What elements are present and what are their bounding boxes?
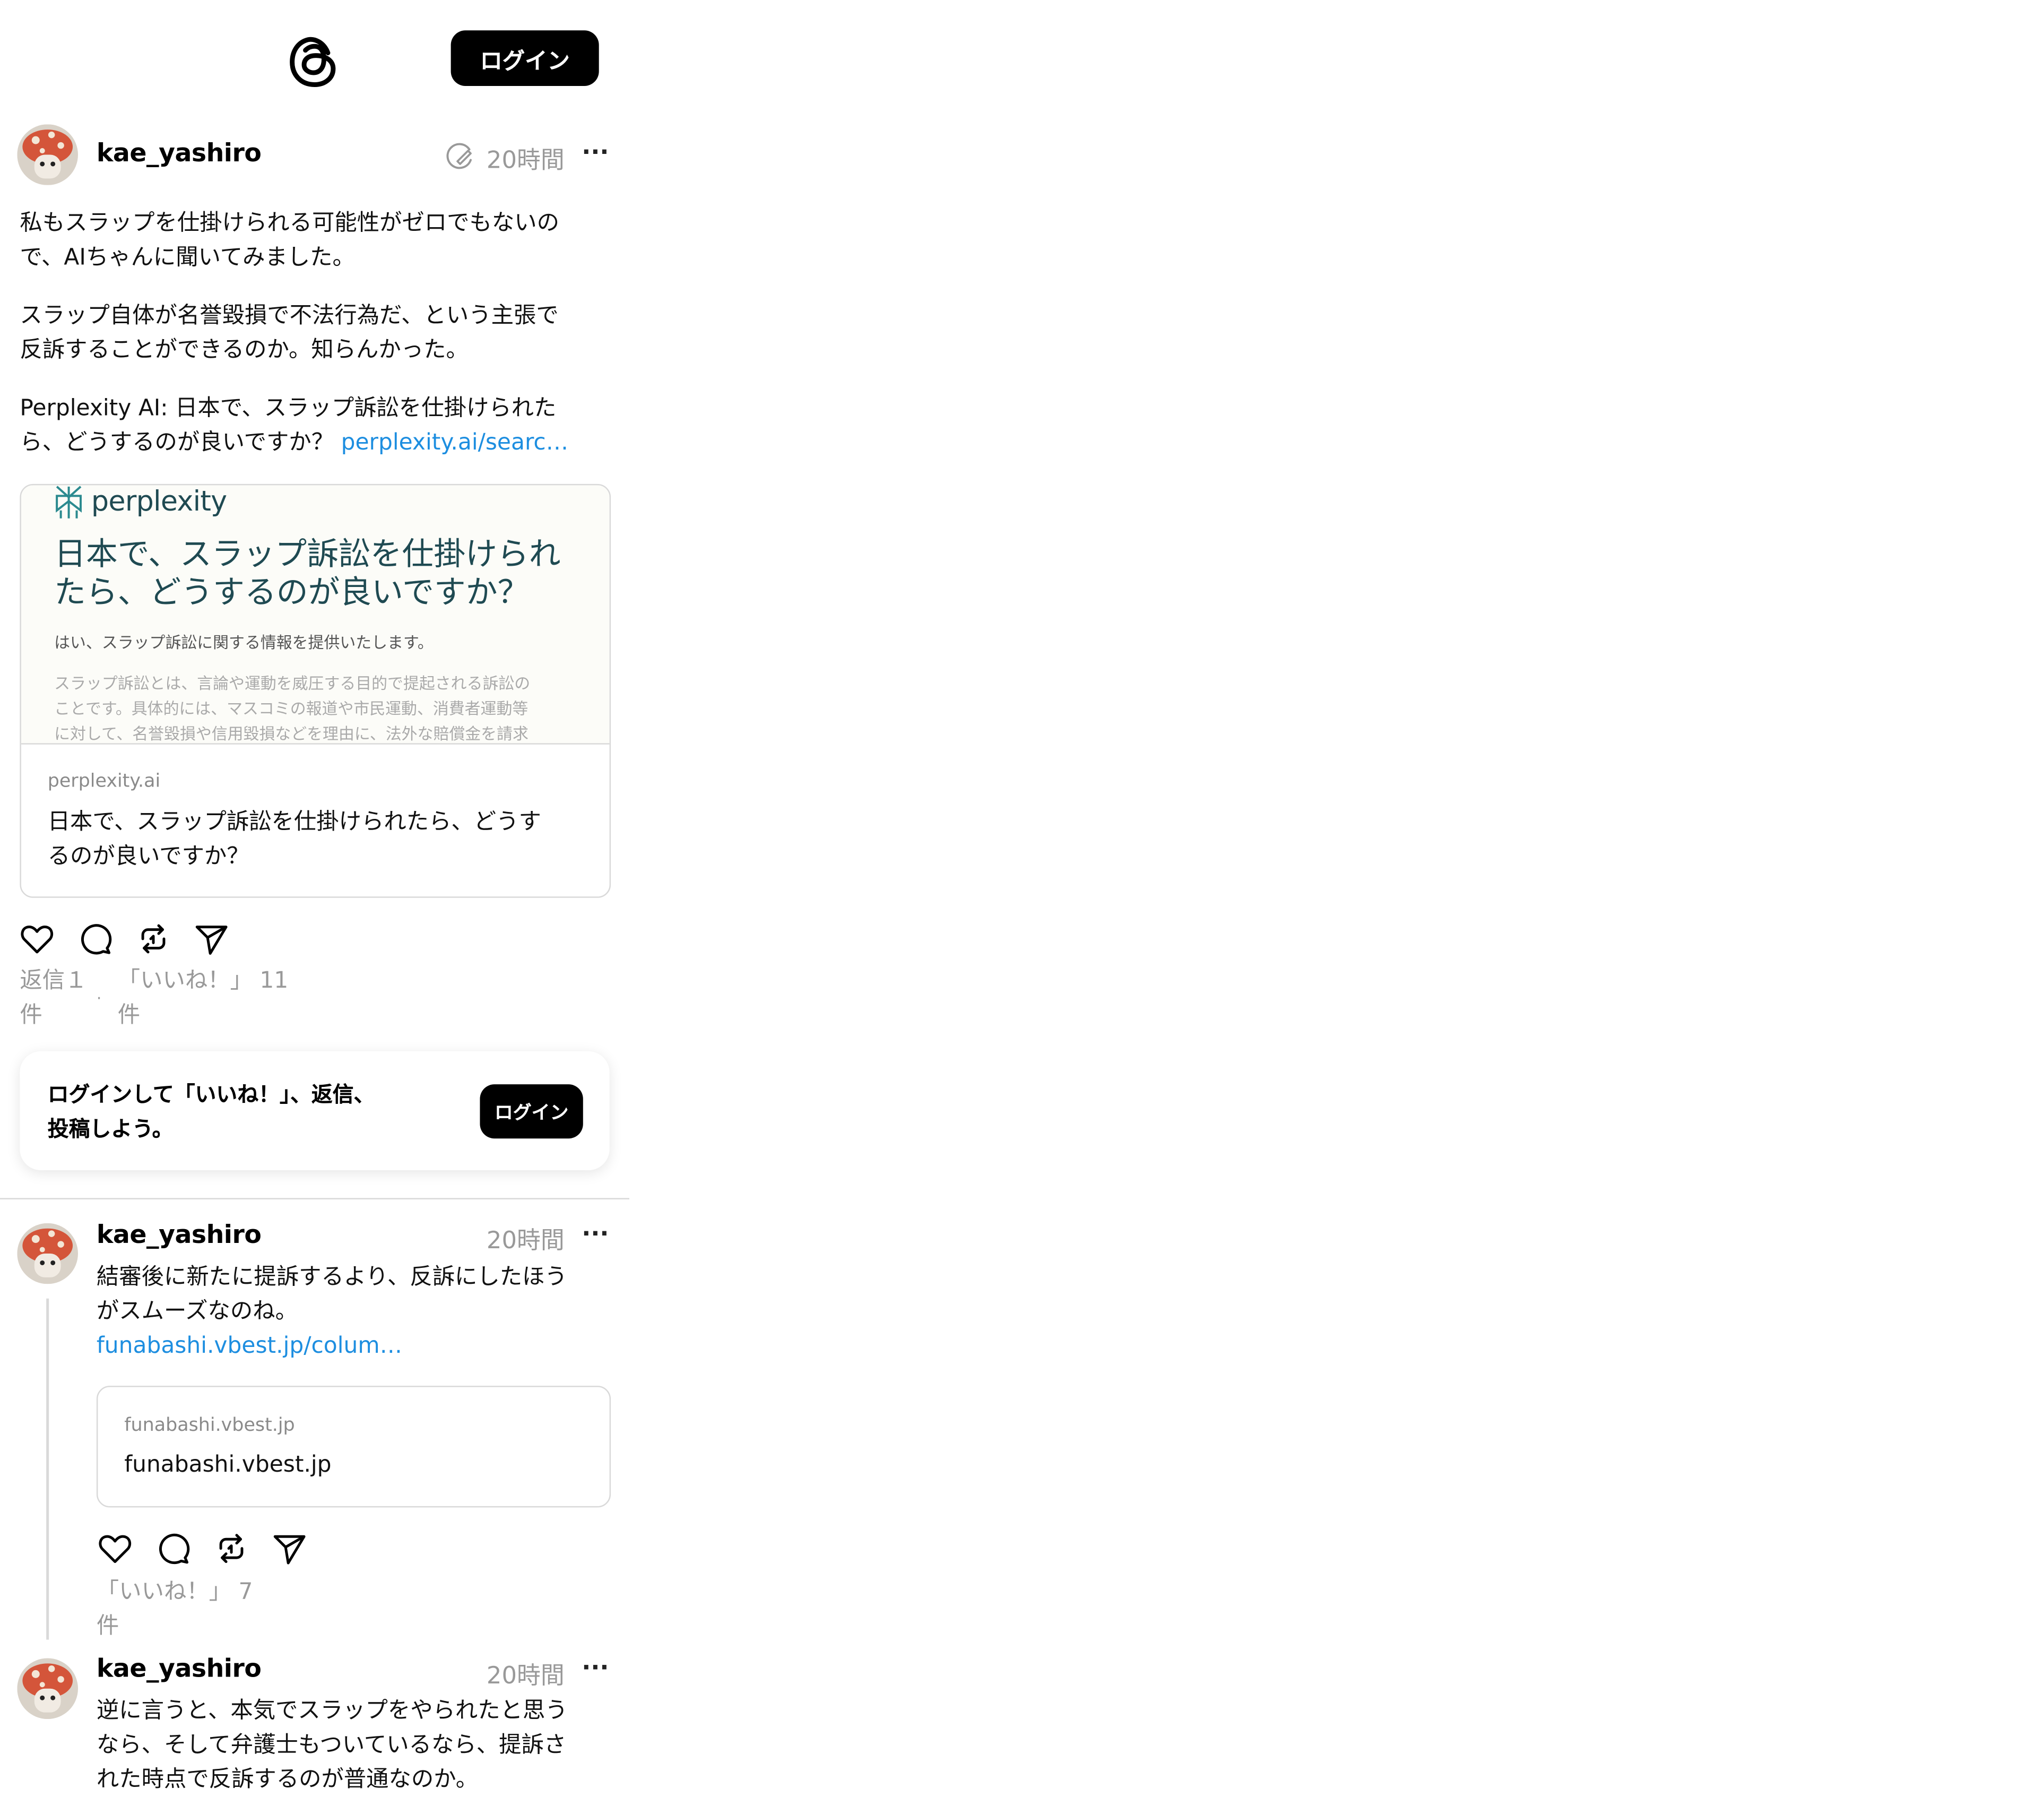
reply2-timestamp[interactable]: 20時間 (487, 1657, 565, 1691)
login-prompt-card: ログインして「いいね！」、返信、 投稿しよう。 ログイン (20, 1051, 610, 1171)
reply2-username[interactable]: kae_yashiro (97, 1654, 262, 1683)
reply1-link[interactable]: funabashi.vbest.jp/colum… (97, 1329, 567, 1363)
card-domain: funabashi.vbest.jp (124, 1415, 295, 1436)
repost-icon[interactable] (135, 920, 172, 957)
share-icon[interactable] (193, 920, 230, 957)
card-title: funabashi.vbest.jp (124, 1452, 332, 1479)
stat-separator: · (96, 989, 102, 1008)
like-count[interactable]: 「いいね！」 11 件 (118, 964, 289, 1033)
avatar[interactable] (17, 1223, 79, 1284)
perplexity-logo-icon (56, 486, 82, 519)
post-paragraph-1: 私もスラップを仕掛けられる可能性がゼロでもないの で、AIちゃんに聞いてみました。 (20, 210, 559, 271)
reply-count[interactable]: 返信１ 件 (20, 964, 87, 1033)
reply1-more-button[interactable]: ··· (582, 1221, 609, 1248)
share-icon[interactable] (271, 1530, 308, 1567)
preview-detail: スラップ訴訟とは、言論や運動を威圧する目的で提起される訴訟の ことです。具体的には… (54, 674, 531, 744)
reply-icon[interactable] (77, 920, 114, 957)
reply1-like-count[interactable]: 「いいね！」 7件 (97, 1575, 253, 1644)
preview-title: 日本で、スラップ訴訟を仕掛けられ たら、どうするのが良いですか？ (54, 535, 561, 611)
reply1-text: 結審後に新たに提訴するより、反訴にしたほう がスムーズなのね。 funabashi… (97, 1260, 567, 1363)
mushroom-avatar-icon (17, 1223, 79, 1284)
post-paragraph-2: スラップ自体が名誉毀損で不法行為だ、という主張で 反訴することができるのか。知らん… (20, 303, 559, 364)
login-prompt-button[interactable]: ログイン (480, 1084, 583, 1139)
card-title: 日本で、スラップ訴訟を仕掛けられたら、どうす るのが良いですか？ (47, 809, 541, 870)
mushroom-avatar-icon (17, 1658, 79, 1720)
thread-connector-line (46, 1298, 49, 1640)
login-prompt-text: ログインして「いいね！」、返信、 投稿しよう。 (47, 1082, 375, 1142)
threads-logo-icon[interactable] (288, 32, 341, 90)
reply1-username[interactable]: kae_yashiro (97, 1221, 262, 1250)
post-timestamp[interactable]: 20時間 (487, 142, 565, 176)
reply1-timestamp[interactable]: 20時間 (487, 1222, 565, 1256)
post-link[interactable]: perplexity.ai/searc… (341, 430, 568, 456)
section-divider (0, 1198, 629, 1199)
perplexity-brand-text: perplexity (91, 485, 227, 517)
avatar[interactable] (17, 124, 79, 185)
header-login-button[interactable]: ログイン (451, 30, 599, 86)
like-icon[interactable] (97, 1530, 134, 1567)
post-more-button[interactable]: ··· (582, 139, 609, 167)
repost-icon[interactable] (213, 1530, 250, 1567)
post-username[interactable]: kae_yashiro (97, 139, 262, 168)
mushroom-avatar-icon (17, 124, 79, 185)
avatar[interactable] (17, 1658, 79, 1720)
like-icon[interactable] (19, 920, 56, 957)
preview-answer: はい、スラップ訴訟に関する情報を提供いたします。 (54, 633, 434, 652)
reply2-more-button[interactable]: ··· (582, 1654, 609, 1682)
link-preview-image: perplexity 日本で、スラップ訴訟を仕掛けられ たら、どうするのが良いです… (21, 485, 610, 745)
edit-pencil-icon (446, 143, 472, 169)
reply-icon[interactable] (155, 1530, 192, 1567)
link-card-perplexity[interactable]: perplexity 日本で、スラップ訴訟を仕掛けられ たら、どうするのが良いです… (20, 483, 611, 898)
link-card-funabashi[interactable]: funabashi.vbest.jp funabashi.vbest.jp (96, 1386, 611, 1508)
post-paragraph-3: Perplexity AI: 日本で、スラップ訴訟を仕掛けられた ら、どうするの… (20, 395, 569, 456)
card-domain: perplexity.ai (47, 771, 161, 792)
